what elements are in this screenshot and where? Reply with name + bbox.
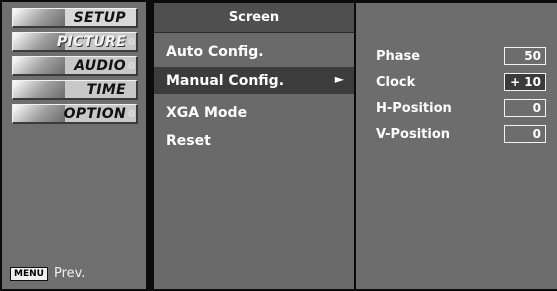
- value-label-h-position: H-Position: [376, 100, 452, 116]
- value-label-phase: Phase: [376, 48, 421, 64]
- tab-label-time: TIME: [86, 82, 126, 98]
- tab-label-option: OPTION: [63, 106, 126, 122]
- manual-config-values: Phase 50 Clock + 10 H-Position 0 V-Posit…: [356, 3, 557, 289]
- audio-icon: [13, 57, 65, 74]
- value-field-clock[interactable]: + 10: [504, 73, 546, 91]
- menu-item-label: Manual Config.: [166, 72, 285, 89]
- value-field-phase[interactable]: 50: [504, 47, 546, 65]
- prev-hint[interactable]: MENU Prev.: [10, 266, 85, 281]
- menu-item-label: Auto Config.: [166, 43, 264, 60]
- tab-picture-mini: 0: [128, 37, 135, 48]
- tab-audio[interactable]: AUDIO 0: [12, 56, 138, 76]
- value-label-clock: Clock: [376, 74, 416, 90]
- option-icon: [13, 105, 65, 122]
- menu-item-xga-mode[interactable]: XGA Mode: [154, 99, 354, 126]
- value-field-v-position[interactable]: 0: [504, 125, 546, 143]
- tab-option[interactable]: OPTION 0: [12, 104, 138, 124]
- prev-label: Prev.: [53, 266, 86, 281]
- menu-item-reset[interactable]: Reset: [154, 127, 354, 154]
- value-row-v-position[interactable]: V-Position 0: [376, 123, 546, 145]
- tab-setup[interactable]: SETUP: [12, 8, 138, 28]
- value-row-h-position[interactable]: H-Position 0: [376, 97, 546, 119]
- tab-label-setup: SETUP: [73, 10, 126, 26]
- value-label-v-position: V-Position: [376, 126, 451, 142]
- tab-time[interactable]: TIME: [12, 80, 138, 100]
- setup-icon: [13, 9, 65, 26]
- screen-submenu: Screen Auto Config. Manual Config. ► XGA…: [154, 3, 354, 289]
- menu-key-badge: MENU: [10, 266, 48, 281]
- menu-item-manual-config[interactable]: Manual Config. ►: [154, 67, 354, 94]
- tab-audio-mini: 0: [128, 61, 135, 72]
- menu-item-auto-config[interactable]: Auto Config.: [154, 38, 354, 65]
- time-icon: [13, 81, 65, 98]
- value-row-clock[interactable]: Clock + 10: [376, 71, 546, 93]
- value-row-phase[interactable]: Phase 50: [376, 45, 546, 67]
- tab-label-audio: AUDIO: [74, 58, 126, 74]
- tab-option-mini: 0: [128, 109, 135, 120]
- submenu-arrow-icon: ►: [334, 72, 344, 86]
- menu-item-label: XGA Mode: [166, 104, 248, 121]
- value-field-h-position[interactable]: 0: [504, 99, 546, 117]
- menu-item-label: Reset: [166, 132, 211, 149]
- tab-picture[interactable]: PICTURE 0: [12, 32, 138, 52]
- main-menu-sidebar: SETUP PICTURE 0 AUDIO 0 TIME OPTION 0 ME…: [2, 2, 146, 289]
- submenu-title: Screen: [154, 3, 354, 33]
- tab-label-picture: PICTURE: [56, 34, 126, 50]
